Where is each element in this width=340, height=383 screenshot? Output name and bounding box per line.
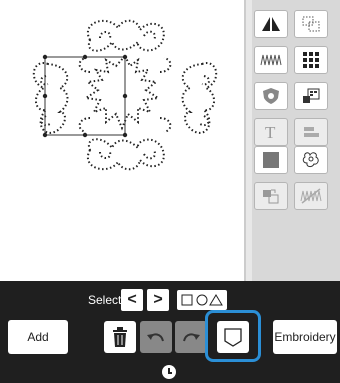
embroidery-button[interactable]: Embroidery	[273, 320, 337, 354]
redo-button[interactable]	[175, 321, 207, 353]
pattern-grid-icon[interactable]	[294, 46, 328, 74]
fill-icon[interactable]	[254, 146, 288, 174]
stitch-off-icon[interactable]	[294, 182, 328, 210]
shape-select-icon	[181, 294, 223, 306]
embroidery-design[interactable]	[30, 12, 220, 177]
panel-divider	[246, 0, 252, 281]
undo-icon	[147, 333, 164, 342]
mirror-icon[interactable]	[254, 10, 288, 38]
shield-icon[interactable]	[254, 82, 288, 110]
frame-icon[interactable]	[294, 10, 328, 38]
delete-button[interactable]	[104, 321, 136, 353]
outline-button[interactable]	[217, 321, 249, 353]
select-next-button[interactable]: >	[147, 289, 169, 311]
redo-icon	[183, 333, 200, 342]
select-shape-button[interactable]	[177, 290, 227, 310]
layers-icon[interactable]	[294, 82, 328, 110]
outline-shape-icon	[224, 328, 242, 347]
text-icon[interactable]: T	[254, 118, 288, 146]
select-prev-button[interactable]: <	[121, 289, 143, 311]
clock-icon	[162, 365, 176, 379]
align-icon[interactable]	[294, 118, 328, 146]
select-label: Select	[88, 293, 122, 307]
duplicate-icon[interactable]	[254, 182, 288, 210]
undo-button[interactable]	[140, 321, 172, 353]
svg-text:T: T	[265, 123, 276, 141]
design-canvas[interactable]	[0, 0, 246, 281]
trash-icon	[113, 327, 127, 347]
applique-icon[interactable]	[294, 146, 328, 174]
density-icon[interactable]	[254, 46, 288, 74]
add-button[interactable]: Add	[8, 320, 68, 354]
